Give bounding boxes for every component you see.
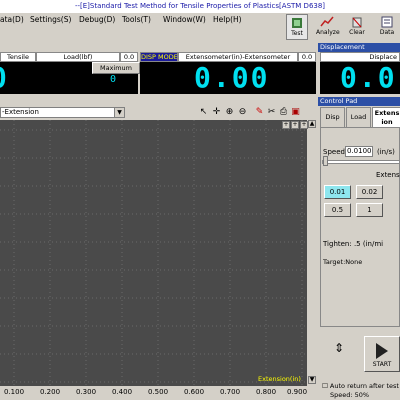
scissors-icon[interactable]: ✂ <box>266 107 277 118</box>
speed-status: Speed: 50% <box>330 391 370 399</box>
maximum-popup: Maximum <box>92 62 140 74</box>
speed-label: Speed <box>323 148 345 156</box>
test-label: Test <box>291 30 303 37</box>
step-button-0-02[interactable]: 0.02 <box>356 185 383 199</box>
tab-load[interactable]: Load <box>346 107 371 127</box>
scroll-down-icon[interactable]: ▼ <box>308 376 316 384</box>
plot-grid <box>0 120 307 386</box>
load-label: Load(lbf) <box>36 52 120 62</box>
analyze-label: Analyze <box>316 29 340 36</box>
plot-side-controls: ▲ ▼ <box>307 120 318 386</box>
zoom-plus-x-icon[interactable]: + <box>282 121 290 129</box>
chevron-down-icon[interactable]: ▼ <box>114 108 124 117</box>
data-button[interactable]: Data <box>376 14 398 40</box>
jog-updown-icon[interactable]: ⇕ <box>328 337 350 359</box>
displacement-header: Displacement <box>318 43 400 52</box>
displacement-readout: 0.0 <box>320 62 400 94</box>
control-pad-panel <box>320 127 400 327</box>
chart-settings-icon[interactable]: ▣ <box>290 107 301 118</box>
x-tick: 0.100 <box>3 388 25 396</box>
displacement-label: Displace <box>320 52 400 62</box>
zoom-plus-all-icon[interactable]: + <box>300 121 308 129</box>
tighten-setting[interactable]: Tighten: .5 (in/mi <box>323 240 383 248</box>
pen-icon[interactable]: ✎ <box>254 107 265 118</box>
auto-return-label: Auto return after test <box>329 382 399 390</box>
menu-debug[interactable]: Debug(D) <box>79 15 115 24</box>
step-button-1[interactable]: 1 <box>356 203 383 217</box>
tensile-value: 0 <box>0 64 9 92</box>
zoom-out-icon[interactable]: ⊖ <box>237 107 248 118</box>
tensile-readout: 0 <box>0 62 36 94</box>
analyze-button[interactable]: Analyze <box>316 14 340 40</box>
scroll-up-icon[interactable]: ▲ <box>308 120 316 128</box>
plot-area[interactable] <box>0 120 307 386</box>
load-max-value: 0.0 <box>120 52 138 62</box>
start-button[interactable]: START <box>364 336 400 372</box>
extensometer-readout: 0.00 <box>140 62 316 94</box>
x-tick: 0.900 <box>286 388 308 396</box>
test-button[interactable]: Test <box>286 14 308 40</box>
chart-axis-select-value: -Extension <box>2 108 39 116</box>
menu-window[interactable]: Window(W) <box>163 15 206 24</box>
extension-step-label: Extensi <box>376 171 400 179</box>
start-label: START <box>372 361 392 368</box>
data-label: Data <box>379 29 395 36</box>
menu-bar: ata(D) Settings(S) Debug(D) Tools(T) Win… <box>0 13 400 27</box>
x-tick: 0.200 <box>39 388 61 396</box>
speed-slider[interactable] <box>322 160 400 164</box>
clear-label: Clear <box>349 29 365 36</box>
print-icon[interactable]: ⎙ <box>278 107 289 118</box>
extensometer-label: Extensometer(in)-Extensometer <box>178 52 298 62</box>
menu-tools[interactable]: Tools(T) <box>122 15 151 24</box>
chart-axis-select[interactable]: -Extension ▼ <box>0 107 125 118</box>
speed-input[interactable]: 0.0100 <box>345 146 373 157</box>
x-tick: 0.600 <box>183 388 205 396</box>
step-button-0-01[interactable]: 0.01 <box>324 185 351 199</box>
menu-help[interactable]: Help(H) <box>213 15 242 24</box>
tensile-label: Tensile <box>0 52 36 62</box>
zoom-in-icon[interactable]: ⊕ <box>224 107 235 118</box>
x-tick: 0.500 <box>147 388 169 396</box>
tab-disp[interactable]: Disp <box>320 107 345 127</box>
target-status: Target:None <box>323 258 363 266</box>
menu-data[interactable]: ata(D) <box>0 15 24 24</box>
clear-button[interactable]: Clear <box>346 14 368 40</box>
window-title: --[E]Standard Test Method for Tensile Pr… <box>0 0 400 13</box>
speed-unit: (in/s) <box>377 148 395 156</box>
chart-toolbar: -Extension ▼ ↖ ✛ ⊕ ⊖ ✎ ✂ ⎙ ▣ <box>0 105 307 119</box>
control-pad-header: Control Pad <box>318 97 400 106</box>
x-tick: 0.800 <box>255 388 277 396</box>
extensometer-value: 0.00 <box>194 62 270 94</box>
speed-slider-thumb[interactable] <box>323 156 328 166</box>
x-axis-label: Extension(in) <box>258 375 301 383</box>
x-tick: 0.400 <box>111 388 133 396</box>
x-axis: 0.100 0.200 0.300 0.400 0.500 0.600 0.70… <box>0 386 318 400</box>
extensometer-small-value: 0.0 <box>298 52 316 62</box>
tab-extension[interactable]: Extens ion <box>372 107 400 127</box>
clear-icon <box>352 17 362 28</box>
displacement-value: 0.0 <box>340 62 397 94</box>
play-icon <box>376 343 388 359</box>
x-tick: 0.700 <box>219 388 241 396</box>
crosshair-icon[interactable]: ✛ <box>211 107 222 118</box>
load-value: 0 <box>110 74 117 85</box>
menu-settings[interactable]: Settings(S) <box>30 15 71 24</box>
x-tick: 0.300 <box>75 388 97 396</box>
zoom-plus-y-icon[interactable]: + <box>291 121 299 129</box>
disp-mode-badge: DISP MODE <box>140 52 178 62</box>
analyze-icon <box>320 16 334 27</box>
test-icon <box>292 18 302 28</box>
data-icon <box>381 16 393 28</box>
pointer-icon[interactable]: ↖ <box>198 107 209 118</box>
step-button-0-5[interactable]: 0.5 <box>324 203 351 217</box>
auto-return-checkbox[interactable]: ☐ Auto return after test <box>322 382 399 390</box>
